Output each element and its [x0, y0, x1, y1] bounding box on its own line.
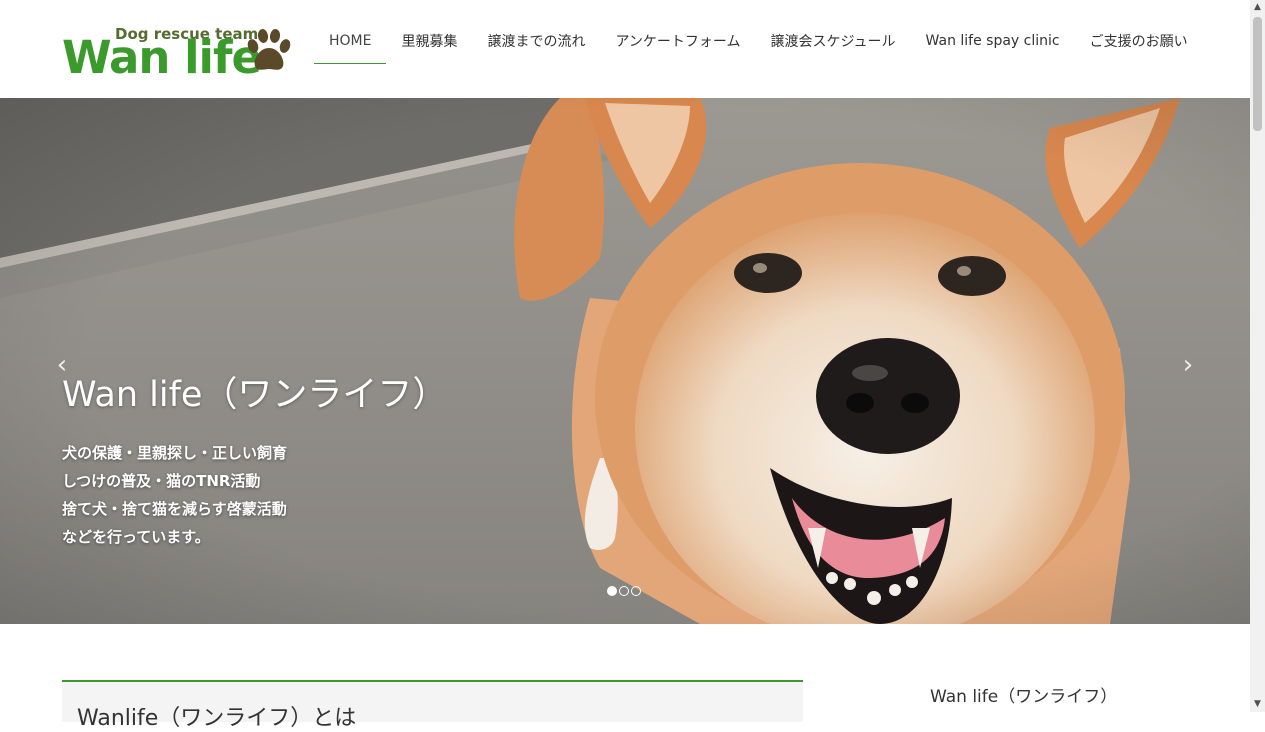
hero-title: Wan life（ワンライフ） — [62, 375, 448, 415]
paw-icon — [247, 29, 291, 70]
nav-adoption-flow[interactable]: 譲渡までの流れ — [472, 18, 600, 63]
page-scrollbar[interactable]: ▲ ▼ — [1250, 0, 1265, 712]
scroll-down-icon[interactable]: ▼ — [1250, 697, 1265, 712]
slider-dot-2[interactable] — [619, 586, 629, 596]
hero-line-2: しつけの普及・猫のTNR活動 — [62, 472, 261, 490]
article-heading-box: Wanlife（ワンライフ）とは — [62, 680, 803, 731]
main-nav: HOME 里親募集 譲渡までの流れ アンケートフォーム 譲渡会スケジュール Wa… — [314, 18, 1203, 64]
nav-survey-form[interactable]: アンケートフォーム — [600, 18, 755, 63]
slider-dot-1[interactable] — [607, 586, 617, 596]
nav-spay-clinic[interactable]: Wan life spay clinic — [911, 18, 1075, 63]
nav-support[interactable]: ご支援のお願い — [1075, 18, 1203, 63]
hero-line-1: 犬の保護・里親探し・正しい飼育 — [62, 444, 288, 462]
sidebar-title: Wan life（ワンライフ） — [930, 687, 1118, 707]
scroll-up-icon[interactable]: ▲ — [1250, 0, 1265, 15]
chevron-left-icon[interactable]: ‹ — [50, 350, 74, 380]
slider-dot-3[interactable] — [631, 586, 641, 596]
slider-pagination — [607, 586, 641, 596]
nav-home[interactable]: HOME — [314, 18, 387, 64]
nav-adoption[interactable]: 里親募集 — [386, 18, 472, 63]
logo-name: Wan life — [62, 31, 262, 84]
chevron-right-icon[interactable]: › — [1176, 350, 1200, 380]
hero-slider: Wan life（ワンライフ） 犬の保護・里親探し・正しい飼育 しつけの普及・猫… — [0, 98, 1250, 624]
hero-line-4: などを行っています。 — [62, 528, 210, 546]
site-logo[interactable]: Dog rescue team Wan life — [62, 22, 294, 82]
nav-event-schedule[interactable]: 譲渡会スケジュール — [756, 18, 911, 63]
site-header: Dog rescue team Wan life HOME 里親募集 譲渡までの… — [0, 0, 1250, 98]
hero-description: 犬の保護・里親探し・正しい飼育 しつけの普及・猫のTNR活動 捨て犬・捨て猫を減… — [62, 439, 287, 551]
article-title: Wanlife（ワンライフ）とは — [77, 706, 357, 731]
hero-line-3: 捨て犬・捨て猫を減らす啓蒙活動 — [62, 500, 287, 518]
scrollbar-thumb[interactable] — [1253, 17, 1262, 131]
